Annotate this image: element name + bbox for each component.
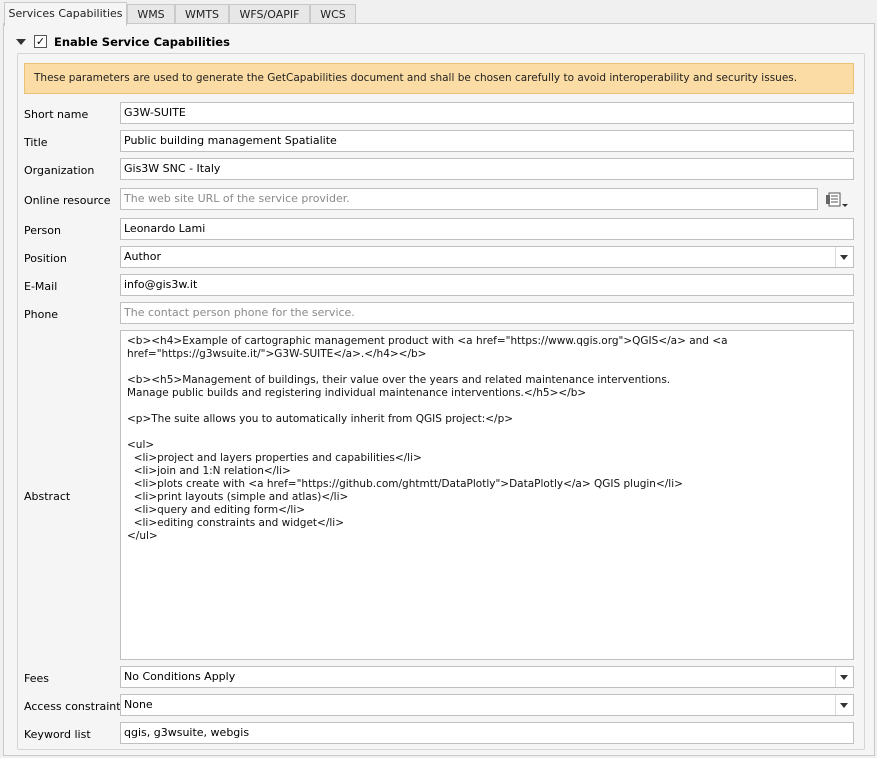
- position-label: Position: [24, 252, 67, 265]
- organization-label: Organization: [24, 164, 95, 177]
- chevron-down-icon[interactable]: [16, 39, 26, 45]
- chevron-down-icon: [840, 255, 848, 260]
- access-constraints-value: None: [124, 698, 153, 711]
- position-dropdown-button[interactable]: [835, 247, 853, 267]
- warning-message: These parameters are used to generate th…: [24, 63, 854, 94]
- chevron-down-icon: [840, 703, 848, 708]
- email-label: E-Mail: [24, 280, 58, 293]
- abstract-label: Abstract: [24, 490, 71, 503]
- person-input[interactable]: Leonardo Lami: [120, 218, 854, 240]
- online-resource-label: Online resource: [24, 194, 111, 207]
- organization-input[interactable]: Gis3W SNC - Italy: [120, 158, 854, 180]
- short-name-label: Short name: [24, 108, 89, 121]
- fees-combobox[interactable]: No Conditions Apply: [120, 666, 854, 688]
- title-label: Title: [24, 136, 48, 149]
- fees-label: Fees: [24, 672, 49, 685]
- tab-services-capabilities[interactable]: Services Capabilities: [4, 2, 127, 26]
- access-constraints-label: Access constraints: [24, 700, 127, 713]
- tab-wcs[interactable]: WCS: [310, 4, 356, 25]
- position-value: Author: [124, 250, 162, 263]
- fees-dropdown-button[interactable]: [835, 667, 853, 687]
- email-input[interactable]: info@gis3w.it: [120, 274, 854, 296]
- short-name-input[interactable]: G3W-SUITE: [120, 102, 854, 124]
- position-combobox[interactable]: Author: [120, 246, 854, 268]
- online-resource-input[interactable]: The web site URL of the service provider…: [120, 188, 818, 210]
- chevron-down-icon: [840, 675, 848, 680]
- access-constraints-dropdown-button[interactable]: [835, 695, 853, 715]
- title-input[interactable]: Public building management Spatialite: [120, 130, 854, 152]
- enable-capabilities-checkbox[interactable]: ✓: [34, 35, 47, 48]
- tab-wfs-oapif[interactable]: WFS/OAPIF: [229, 4, 310, 25]
- fees-value: No Conditions Apply: [124, 670, 236, 683]
- person-label: Person: [24, 224, 61, 237]
- abstract-textarea[interactable]: <b><h4>Example of cartographic managemen…: [120, 330, 854, 660]
- group-title: Enable Service Capabilities: [54, 35, 230, 49]
- access-constraints-combobox[interactable]: None: [120, 694, 854, 716]
- keyword-list-input[interactable]: qgis, g3wsuite, webgis: [120, 722, 854, 744]
- tab-wmts[interactable]: WMTS: [175, 4, 229, 25]
- expression-menu-icon[interactable]: [824, 189, 850, 211]
- phone-input[interactable]: The contact person phone for the service…: [120, 302, 854, 324]
- phone-label: Phone: [24, 308, 59, 321]
- keyword-list-label: Keyword list: [24, 728, 91, 741]
- tab-wms[interactable]: WMS: [127, 4, 175, 25]
